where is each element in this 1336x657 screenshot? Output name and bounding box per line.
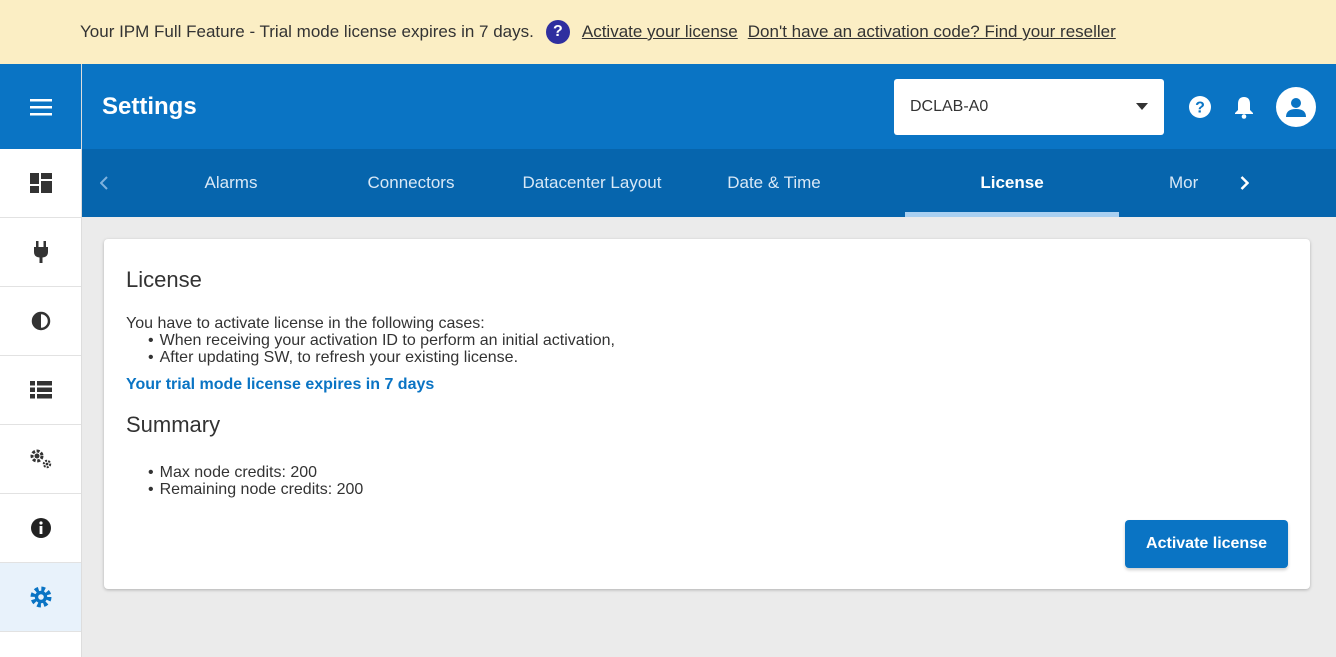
site-select[interactable]: DCLAB-A0 [894, 78, 1164, 135]
sidebar-item-inventory[interactable] [0, 356, 81, 425]
plug-icon [33, 241, 48, 263]
sidebar [0, 64, 82, 657]
banner-message: Your IPM Full Feature - Trial mode licen… [80, 22, 534, 41]
find-reseller-link[interactable]: Don't have an activation code? Find your… [748, 22, 1116, 42]
tab-alarms[interactable]: Alarms [126, 149, 336, 217]
page-title: Settings [102, 92, 197, 120]
settings-gear-icon [30, 586, 51, 608]
sidebar-item-dashboard[interactable] [0, 149, 81, 218]
license-heading: License [126, 267, 202, 292]
tab-more[interactable]: Mor [1169, 149, 1229, 217]
sidebar-item-about[interactable] [0, 494, 81, 563]
chevron-right-icon [1240, 176, 1249, 190]
user-avatar[interactable] [1276, 86, 1316, 127]
sidebar-item-automation[interactable] [0, 425, 81, 494]
summary-heading: Summary [126, 412, 221, 437]
trial-notice: Your trial mode license expires in 7 day… [126, 376, 435, 393]
tab-connectors[interactable]: Connectors [336, 149, 486, 217]
list-item: After updating SW, to refresh your exist… [148, 349, 1288, 366]
caret-down-icon [1136, 103, 1148, 110]
summary-list: Max node credits: 200 Remaining node cre… [126, 464, 1288, 498]
list-item: When receiving your activation ID to per… [148, 332, 1288, 349]
help-button[interactable]: ? [1188, 95, 1212, 119]
license-card: License You have to activate license in … [104, 239, 1310, 589]
dashboard-icon [29, 173, 52, 193]
menu-button[interactable] [0, 64, 81, 149]
tab-license[interactable]: License [905, 149, 1119, 217]
tab-date-time[interactable]: Date & Time [698, 149, 850, 217]
svg-text:?: ? [1195, 99, 1205, 116]
tabs-scroll-left[interactable] [82, 149, 126, 217]
bell-icon [1235, 96, 1253, 119]
contrast-icon [31, 311, 50, 331]
list-item: Max node credits: 200 [148, 464, 1288, 481]
activate-license-button[interactable]: Activate license [1125, 520, 1288, 568]
activate-license-link[interactable]: Activate your license [582, 22, 738, 42]
list-item: Remaining node credits: 200 [148, 481, 1288, 498]
sidebar-item-cooling[interactable] [0, 287, 81, 356]
license-intro: You have to activate license in the foll… [126, 315, 485, 332]
license-cases-list: When receiving your activation ID to per… [126, 332, 1288, 366]
sidebar-item-settings[interactable] [0, 563, 81, 632]
tab-datacenter-layout[interactable]: Datacenter Layout [486, 149, 698, 217]
app-header: Settings DCLAB-A0 ? [82, 64, 1336, 149]
user-icon [1286, 97, 1306, 117]
help-circle-icon: ? [1189, 95, 1211, 118]
info-icon [30, 518, 51, 538]
notifications-button[interactable] [1234, 95, 1254, 119]
list-icon [29, 381, 52, 399]
license-banner: Your IPM Full Feature - Trial mode licen… [0, 0, 1336, 64]
hamburger-icon [29, 98, 52, 115]
tabs-scroll-right[interactable] [1229, 149, 1259, 217]
sidebar-item-power[interactable] [0, 218, 81, 287]
question-circle-icon[interactable]: ? [545, 20, 570, 44]
site-select-value: DCLAB-A0 [910, 97, 989, 115]
settings-tabs: Alarms Connectors Datacenter Layout Date… [82, 149, 1336, 217]
chevron-left-icon [100, 176, 108, 190]
cogs-icon [30, 449, 51, 469]
